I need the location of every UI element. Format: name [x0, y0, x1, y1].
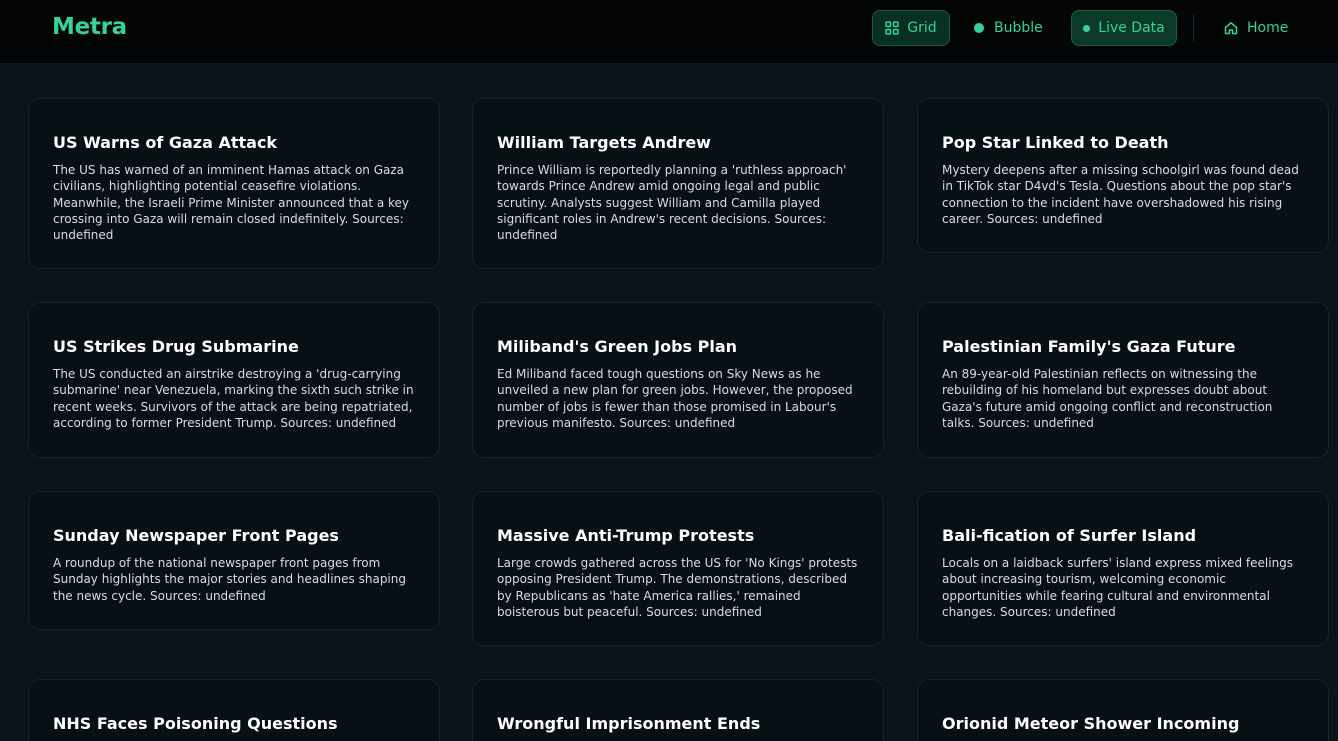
- card-title: Bali-fication of Surfer Island: [942, 526, 1197, 545]
- news-card[interactable]: Wrongful Imprisonment Ends: [472, 679, 884, 741]
- card-title: Massive Anti-Trump Protests: [497, 526, 755, 545]
- card-title: US Warns of Gaza Attack: [53, 133, 278, 152]
- live-indicator-icon: [1083, 24, 1091, 32]
- live-data-label: Live Data: [1098, 20, 1165, 36]
- bubble-icon: [974, 23, 984, 33]
- news-card[interactable]: Palestinian Family's Gaza Future An 89-y…: [917, 302, 1329, 458]
- home-icon: [1224, 22, 1238, 35]
- news-card[interactable]: Orionid Meteor Shower Incoming: [917, 679, 1329, 741]
- news-card[interactable]: Bali-fication of Surfer Island Locals on…: [917, 491, 1329, 646]
- card-title: Pop Star Linked to Death: [942, 133, 1169, 152]
- news-card[interactable]: Miliband's Green Jobs Plan Ed Miliband f…: [472, 302, 884, 458]
- nav-divider: [1193, 14, 1194, 42]
- card-title: Wrongful Imprisonment Ends: [497, 714, 761, 733]
- card-summary: The US has warned of an imminent Hamas a…: [53, 163, 410, 243]
- grid-view-button[interactable]: Grid: [872, 10, 950, 46]
- news-card[interactable]: Massive Anti-Trump Protests Large crowds…: [472, 491, 884, 646]
- card-summary: Ed Miliband faced tough questions on Sky…: [497, 367, 853, 430]
- card-summary: The US conducted an airstrike destroying…: [53, 367, 414, 430]
- news-card[interactable]: NHS Faces Poisoning Questions: [28, 679, 440, 741]
- card-title: Miliband's Green Jobs Plan: [497, 337, 738, 356]
- card-summary: Locals on a laidback surfers' island exp…: [942, 556, 1294, 619]
- bubble-button-label: Bubble: [994, 20, 1043, 36]
- grid-icon: [885, 21, 900, 35]
- card-summary: Large crowds gathered across the US for …: [497, 556, 858, 619]
- news-card[interactable]: Pop Star Linked to Death Mystery deepens…: [917, 98, 1329, 253]
- news-card[interactable]: William Targets Andrew Prince William is…: [472, 98, 884, 269]
- card-summary: Mystery deepens after a missing schoolgi…: [942, 163, 1299, 226]
- app-logo[interactable]: Metra: [52, 14, 127, 40]
- live-data-button[interactable]: Live Data: [1071, 10, 1177, 46]
- card-title: Palestinian Family's Gaza Future: [942, 337, 1236, 356]
- news-card[interactable]: Sunday Newspaper Front Pages A roundup o…: [28, 491, 440, 630]
- card-title: William Targets Andrew: [497, 133, 711, 152]
- home-link[interactable]: Home: [1224, 10, 1300, 46]
- card-summary: Prince William is reportedly planning a …: [497, 163, 847, 243]
- grid-button-label: Grid: [907, 20, 937, 36]
- card-title: NHS Faces Poisoning Questions: [53, 714, 338, 733]
- bubble-view-button[interactable]: Bubble: [970, 10, 1056, 46]
- home-link-label: Home: [1247, 20, 1289, 36]
- card-summary: An 89-year-old Palestinian reflects on w…: [942, 367, 1273, 430]
- card-summary: A roundup of the national newspaper fron…: [53, 556, 406, 603]
- card-title: Orionid Meteor Shower Incoming: [942, 714, 1240, 733]
- card-title: Sunday Newspaper Front Pages: [53, 526, 339, 545]
- top-navigation-bar: Metra Grid Bubble Live Data Home: [0, 0, 1338, 64]
- news-card[interactable]: US Warns of Gaza Attack The US has warne…: [28, 98, 440, 269]
- card-title: US Strikes Drug Submarine: [53, 337, 299, 356]
- news-card[interactable]: US Strikes Drug Submarine The US conduct…: [28, 302, 440, 458]
